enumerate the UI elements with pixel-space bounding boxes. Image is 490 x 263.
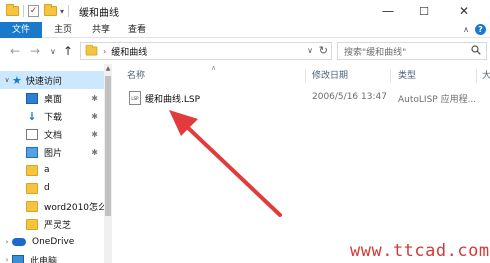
maximize-button[interactable]: ☐ (406, 0, 442, 22)
sidebar-item-pictures[interactable]: 图片 ✱ (0, 143, 104, 161)
scroll-up-icon[interactable]: ▲ (104, 65, 112, 72)
sidebar-item-label: a (44, 165, 50, 175)
table-row[interactable]: LSP 缓和曲线.LSP 2006/5/16 13:47 AutoLISP 应用… (126, 90, 490, 106)
sidebar-item-label: OneDrive (32, 237, 75, 247)
sidebar-scrollbar[interactable]: ▲ (104, 64, 112, 263)
sidebar-item-label: 文档 (44, 130, 63, 141)
refresh-icon[interactable]: ↻ (319, 44, 328, 57)
recent-locations-icon[interactable]: ∨ (50, 47, 56, 56)
sidebar-item-folder-a[interactable]: a (0, 161, 104, 179)
sidebar-item-desktop[interactable]: 桌面 ✱ (0, 89, 104, 107)
pin-icon: ✱ (91, 93, 98, 103)
column-divider[interactable] (476, 69, 477, 83)
sidebar-item-folder-d[interactable]: d (0, 179, 104, 197)
download-icon: ↓ (27, 109, 37, 123)
folder-icon (6, 4, 19, 16)
up-arrow-icon[interactable]: ↑ (63, 44, 73, 58)
sidebar-item-documents[interactable]: 文档 ✱ (0, 125, 104, 143)
sidebar-item-label: 此电脑 (30, 256, 58, 263)
expand-icon[interactable]: ∨ (2, 76, 12, 84)
minimize-button[interactable]: — (370, 0, 406, 22)
title-bar: ✓ ▾ 缓和曲线 — ☐ ✕ (0, 0, 490, 22)
star-icon: ★ (12, 73, 22, 87)
expand-icon[interactable]: › (2, 256, 12, 263)
new-folder-icon[interactable] (44, 4, 57, 16)
search-placeholder: 搜索"缓和曲线" (344, 47, 407, 58)
window-title: 缓和曲线 (79, 7, 120, 19)
tab-file[interactable]: 文件 (0, 22, 42, 38)
file-name[interactable]: 缓和曲线.LSP (145, 92, 200, 105)
expand-icon[interactable]: › (2, 238, 12, 246)
customize-toolbar-icon[interactable]: ▾ (60, 7, 64, 16)
folder-icon (85, 44, 98, 56)
pin-icon: ✱ (91, 129, 98, 139)
sidebar-item-quick-access[interactable]: ∨ ★ 快速访问 (0, 71, 104, 89)
sort-ascending-icon: ∧ (211, 64, 217, 72)
folder-icon (26, 218, 38, 230)
chevron-down-icon[interactable]: ∨ (307, 46, 313, 55)
pin-icon: ✱ (91, 111, 98, 121)
sidebar-item-folder-word2010[interactable]: word2010怎么打 (0, 197, 104, 215)
chevron-right-icon[interactable]: › (103, 47, 106, 56)
this-pc-icon (12, 254, 24, 263)
sidebar-item-onedrive[interactable]: › OneDrive (0, 233, 104, 251)
sidebar-item-label: 下载 (44, 112, 63, 123)
tab-share[interactable]: 共享 (86, 22, 116, 38)
watermark-text: www.ttcad.com (350, 241, 490, 261)
pictures-icon (26, 146, 38, 158)
address-bar[interactable]: › 缓和曲线 ∨ ↻ (80, 42, 332, 60)
properties-icon[interactable]: ✓ (28, 5, 39, 17)
breadcrumb[interactable]: 缓和曲线 (111, 45, 147, 58)
ribbon-tabs: 文件 主页 共享 查看 ∧ ? (0, 22, 490, 38)
sidebar-item-label: 图片 (44, 148, 63, 159)
sidebar-item-label: 快速访问 (25, 76, 62, 87)
file-type: AutoLISP 应用程... (398, 95, 477, 105)
column-divider[interactable] (305, 69, 306, 83)
scrollbar-thumb[interactable] (105, 76, 111, 216)
file-list: ∧ 名称 修改日期 类型 大 LSP 缓和曲线.LSP 2006/5/16 13… (112, 64, 490, 263)
close-button[interactable]: ✕ (446, 0, 482, 22)
folder-icon (26, 164, 38, 176)
column-header-name[interactable]: 名称 (127, 69, 145, 83)
column-divider[interactable] (390, 69, 391, 83)
chevron-up-icon[interactable]: ∧ (463, 25, 469, 34)
file-modified: 2006/5/16 13:47 (312, 92, 387, 102)
onedrive-icon (12, 238, 26, 246)
sidebar-item-this-pc[interactable]: › 此电脑 (0, 251, 104, 263)
sidebar-item-downloads[interactable]: ↓ 下载 ✱ (0, 107, 104, 125)
documents-icon (26, 128, 38, 140)
column-header-type[interactable]: 类型 (398, 69, 416, 83)
folder-icon (26, 200, 38, 212)
forward-arrow-icon[interactable]: → (30, 44, 40, 58)
sidebar-item-label: 桌面 (44, 94, 63, 105)
sidebar-item-label: word2010怎么打 (44, 202, 104, 213)
help-icon[interactable]: ? (475, 24, 486, 35)
toolbar-separator (23, 5, 24, 17)
sidebar-item-folder-yanlingzhi[interactable]: 严灵芝 (0, 215, 104, 233)
back-arrow-icon[interactable]: ← (10, 44, 20, 58)
search-icon (471, 45, 481, 55)
search-input[interactable]: 搜索"缓和曲线" (337, 42, 487, 60)
column-header-modified[interactable]: 修改日期 (312, 69, 348, 83)
navigation-bar: ← → ∨ ↑ › 缓和曲线 ∨ ↻ 搜索"缓和曲线" (0, 38, 490, 64)
tab-view[interactable]: 查看 (122, 22, 152, 38)
pin-icon: ✱ (91, 147, 98, 157)
navigation-pane: ∨ ★ 快速访问 桌面 ✱ ↓ 下载 ✱ 文档 ✱ 图片 ✱ a d word2… (0, 64, 112, 263)
tab-home[interactable]: 主页 (48, 22, 78, 38)
lsp-file-icon: LSP (129, 91, 141, 105)
sidebar-item-label: 严灵芝 (44, 220, 72, 231)
desktop-icon (26, 92, 38, 104)
toolbar-separator (68, 5, 70, 17)
folder-icon (26, 182, 38, 194)
sidebar-item-label: d (44, 183, 50, 193)
column-header-size[interactable]: 大 (482, 69, 490, 83)
